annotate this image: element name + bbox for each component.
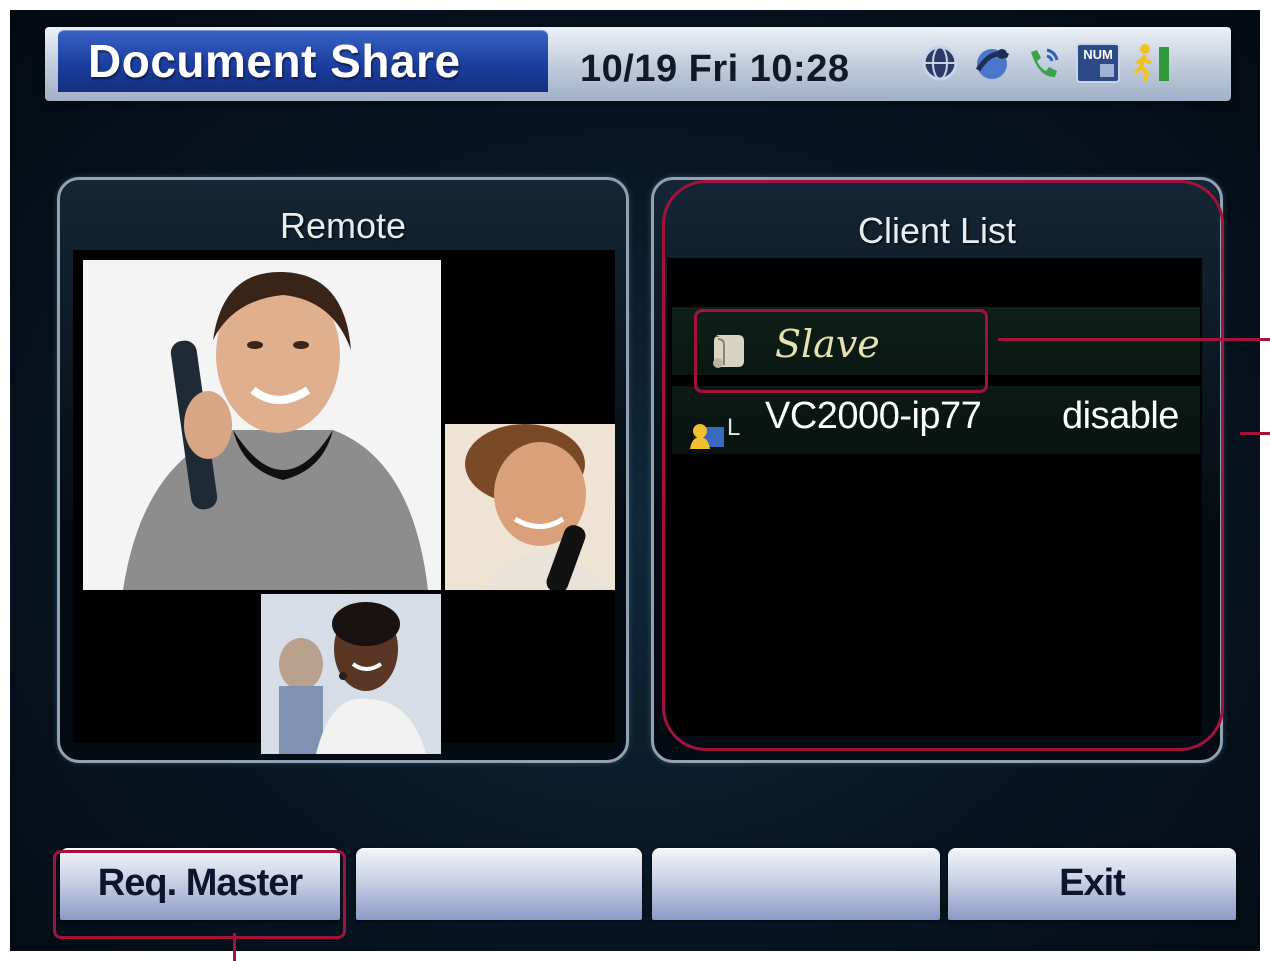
svg-text:NUM: NUM (1083, 47, 1113, 62)
softkey-3-button[interactable] (652, 848, 940, 920)
date-time: 10/19 Fri 10:28 (580, 48, 850, 90)
softkey-2-button[interactable] (356, 848, 642, 920)
annotation-role-box (694, 309, 988, 393)
annotation-client-list-box (662, 180, 1224, 751)
annotation-leader-line-1 (998, 338, 1270, 341)
video-tile-right (445, 424, 615, 590)
annotation-leader-line-2 (1240, 432, 1270, 435)
annotation-req-master-box (53, 850, 346, 939)
remote-video-area (73, 250, 615, 754)
exit-label: Exit (1059, 862, 1126, 904)
video-tile-main (83, 260, 441, 590)
exit-person-icon (1132, 43, 1172, 83)
video-tile-bottom (261, 594, 441, 754)
annotation-leader-line-3 (233, 933, 236, 961)
status-icons: NUM (920, 38, 1172, 88)
num-lock-icon: NUM (1076, 43, 1120, 83)
exit-button[interactable]: Exit (948, 848, 1236, 920)
remote-panel-title: Remote (279, 205, 407, 246)
network-icon (972, 43, 1012, 83)
phone-call-icon (1024, 43, 1064, 83)
page-title: Document Share (88, 35, 461, 87)
globe-icon (920, 43, 960, 83)
